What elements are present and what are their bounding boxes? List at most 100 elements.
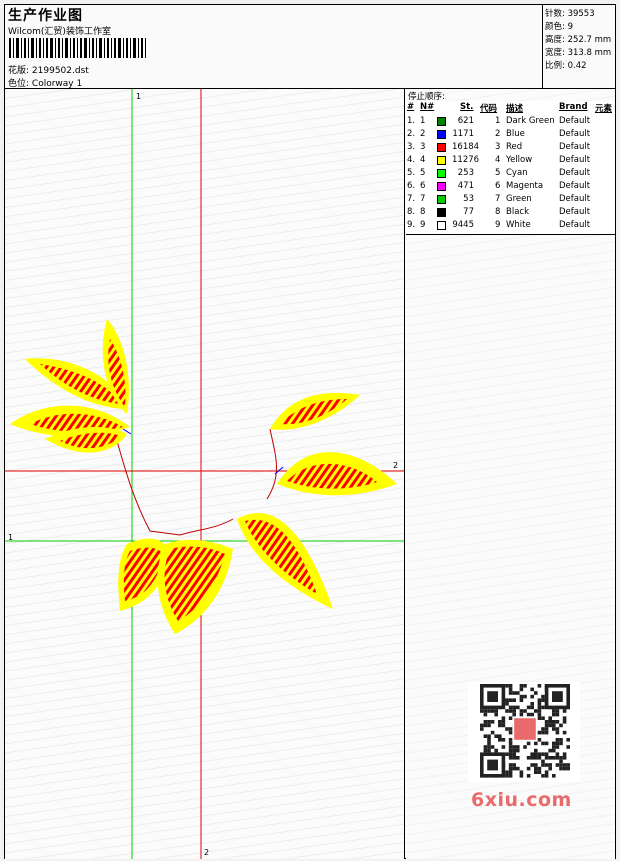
row-n: 5 <box>420 168 426 178</box>
row-brand: Default <box>559 220 591 230</box>
stitches-label: 针数: <box>545 9 565 19</box>
color-swatch <box>437 169 446 178</box>
watermark-site: 6xiu.com <box>471 789 572 811</box>
row-code: 1 <box>495 116 501 126</box>
table-row: 4. 4 11276 4 Yellow Default <box>406 154 615 167</box>
leaf <box>277 452 397 496</box>
height-value: 252.7 mm <box>567 35 612 45</box>
row-brand: Default <box>559 181 591 191</box>
qr-code-graphic <box>480 684 570 778</box>
row-brand: Default <box>559 194 591 204</box>
row-n: 2 <box>420 129 426 139</box>
scale-value: 0.42 <box>567 61 587 71</box>
row-num: 8. <box>407 207 416 217</box>
design-line: 花版: 2199502.dst <box>8 63 89 76</box>
color-swatch <box>437 221 446 230</box>
row-code: 5 <box>495 168 501 178</box>
row-num: 6. <box>407 181 416 191</box>
colorway-value: Colorway 1 <box>31 79 83 89</box>
studio-name: Wilcom(汇贸)装饰工作室 <box>8 27 111 37</box>
colorway-line: 色位: Colorway 1 <box>8 76 82 89</box>
row-brand: Default <box>559 207 591 217</box>
color-swatch <box>437 143 446 152</box>
embroidery-drawing <box>5 89 404 859</box>
design-stats: 针数: 39553 颜色: 9 高度: 252.7 mm 宽度: 313.8 m… <box>542 5 615 89</box>
row-n: 4 <box>420 155 426 165</box>
col-brand: Brand <box>559 102 588 112</box>
color-table: # N# St. 代码 描述 Brand 元素 1. 1 621 1 Dark Gree… <box>406 101 615 235</box>
row-code: 8 <box>495 207 501 217</box>
table-row: 1. 1 621 1 Dark Green Default <box>406 115 615 128</box>
color-swatch <box>437 117 446 126</box>
color-swatch <box>437 156 446 165</box>
stat-scale: 比例: 0.42 <box>545 59 587 71</box>
table-row: 3. 3 16184 3 Red Default <box>406 141 615 154</box>
colors-value: 9 <box>567 22 573 32</box>
leaf <box>237 513 333 609</box>
table-row: 9. 9 9445 9 White Default <box>406 219 615 232</box>
row-desc: Blue <box>506 129 525 139</box>
row-brand: Default <box>559 116 591 126</box>
table-row: 7. 7 53 7 Green Default <box>406 193 615 206</box>
color-swatch <box>437 182 446 191</box>
row-desc: Yellow <box>506 155 533 165</box>
row-desc: Black <box>506 207 529 217</box>
design-preview: 1 1 2 2 <box>5 89 405 859</box>
row-n: 1 <box>420 116 426 126</box>
row-code: 6 <box>495 181 501 191</box>
header: 生产作业图 Wilcom(汇贸)装饰工作室 花版: 2199502.dst 色位… <box>5 5 615 89</box>
qr-code-icon <box>468 682 580 782</box>
row-code: 7 <box>495 194 501 204</box>
guide-label-red-right: 2 <box>393 461 399 470</box>
col-st: St. <box>460 102 474 112</box>
row-num: 4. <box>407 155 416 165</box>
col-desc: 描述 <box>506 104 524 114</box>
stat-colors: 颜色: 9 <box>545 20 573 32</box>
row-desc: Green <box>506 194 532 204</box>
table-row: 2. 2 1171 2 Blue Default <box>406 128 615 141</box>
colors-label: 颜色: <box>545 22 565 32</box>
leaf-stem <box>122 428 284 475</box>
row-desc: Red <box>506 142 523 152</box>
table-row: 5. 5 253 5 Cyan Default <box>406 167 615 180</box>
row-code: 3 <box>495 142 501 152</box>
row-num: 9. <box>407 220 416 230</box>
stat-height: 高度: 252.7 mm <box>545 33 611 45</box>
row-n: 7 <box>420 194 426 204</box>
row-code: 4 <box>495 155 501 165</box>
color-swatch <box>437 208 446 217</box>
row-brand: Default <box>559 168 591 178</box>
table-row: 6. 6 471 6 Magenta Default <box>406 180 615 193</box>
stat-width: 宽度: 313.8 mm <box>545 46 611 58</box>
leaf <box>157 539 233 634</box>
design-label: 花版: <box>8 66 30 76</box>
color-swatch <box>437 130 446 139</box>
scale-label: 比例: <box>545 61 565 71</box>
row-stitches: 471 <box>457 181 474 191</box>
row-stitches: 11276 <box>452 155 480 165</box>
col-code: 代码 <box>480 104 498 114</box>
height-label: 高度: <box>545 35 565 45</box>
page-title: 生产作业图 <box>8 8 83 24</box>
row-stitches: 621 <box>457 116 474 126</box>
row-desc: White <box>506 220 531 230</box>
stat-stitches: 针数: 39553 <box>545 7 595 19</box>
row-desc: Magenta <box>506 181 544 191</box>
row-num: 7. <box>407 194 416 204</box>
color-swatch <box>437 195 446 204</box>
row-num: 1. <box>407 116 416 126</box>
row-code: 9 <box>495 220 501 230</box>
leaf-stem <box>114 433 234 536</box>
row-num: 3. <box>407 142 416 152</box>
row-stitches: 1171 <box>452 129 474 139</box>
row-stitches: 253 <box>457 168 474 178</box>
row-brand: Default <box>559 142 591 152</box>
row-n: 6 <box>420 181 426 191</box>
row-brand: Default <box>559 155 591 165</box>
col-elem: 元素 <box>595 104 613 114</box>
row-desc: Dark Green <box>506 116 555 126</box>
barcode-icon <box>9 38 146 58</box>
col-num: # <box>407 102 415 112</box>
row-desc: Cyan <box>506 168 528 178</box>
design-value: 2199502.dst <box>31 66 89 76</box>
